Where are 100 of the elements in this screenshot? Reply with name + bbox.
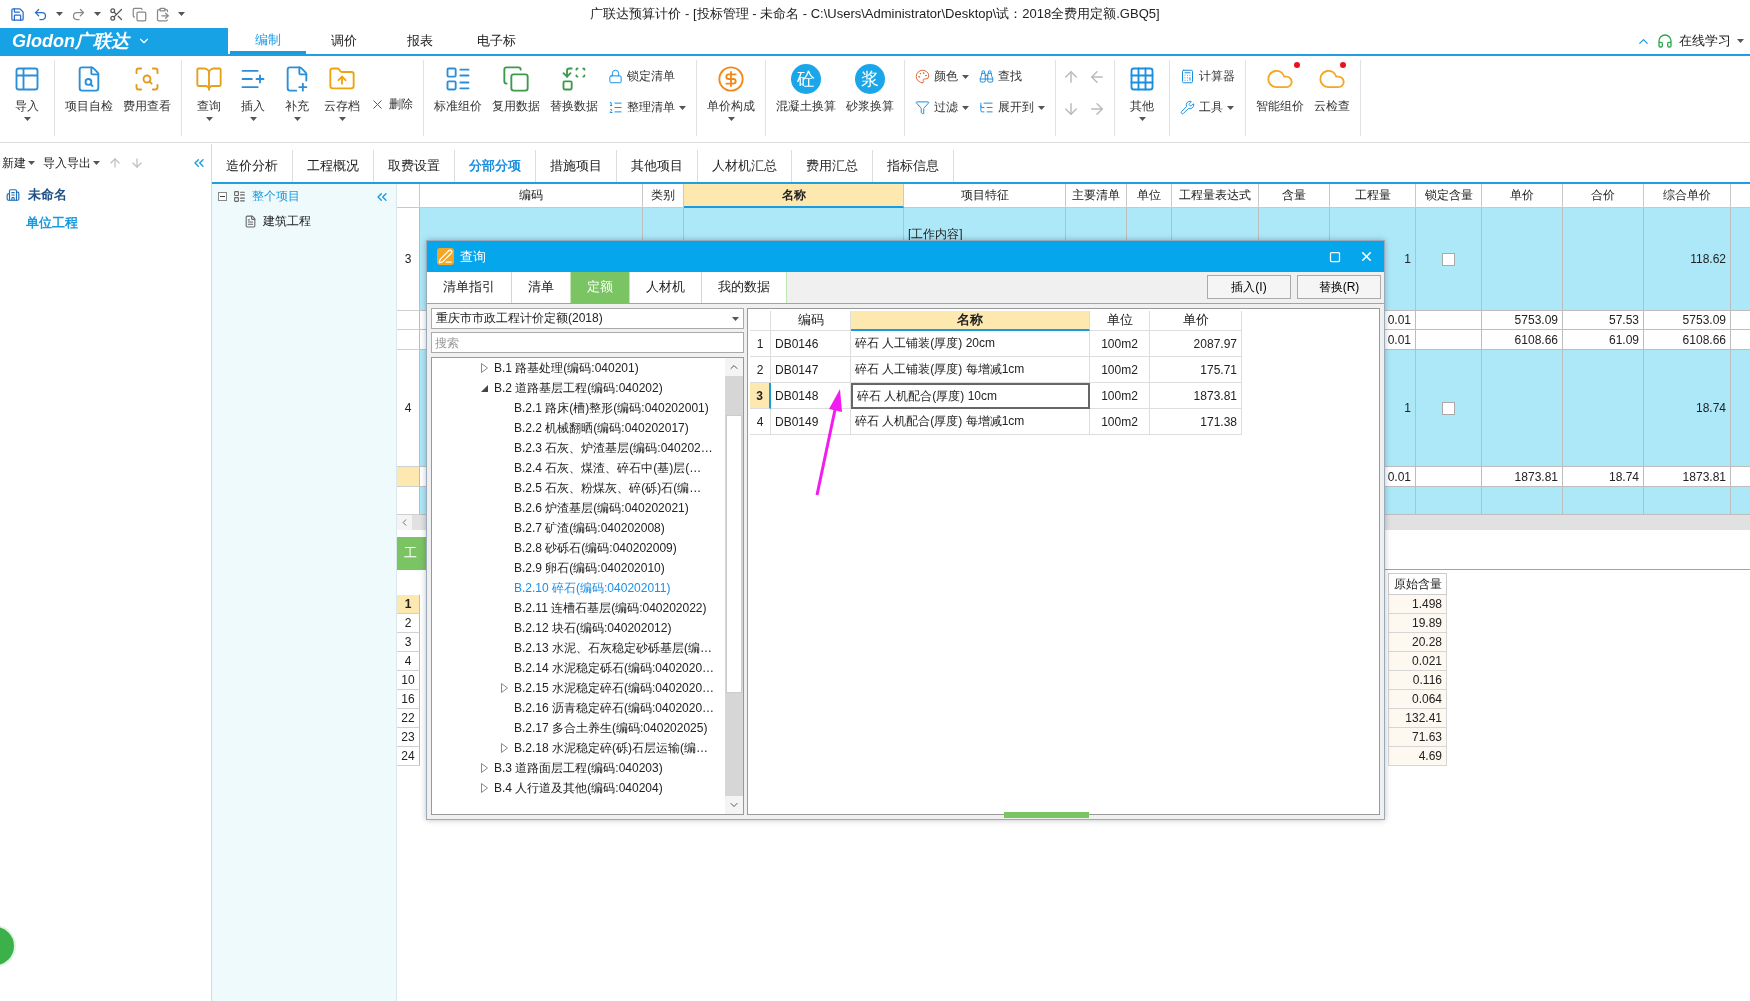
column-header[interactable]: 编码	[420, 184, 643, 208]
ribbon-button[interactable]: 计算器	[1176, 66, 1239, 87]
tree-item[interactable]: B.1 路基处理(编码:040201)	[494, 359, 639, 377]
library-select[interactable]: 重庆市市政工程计价定额(2018)	[431, 308, 744, 329]
ribbon-button[interactable]: 查找	[975, 66, 1049, 87]
tree-item[interactable]: B.2.15 水泥稳定碎石(编码:0402020…	[514, 679, 715, 697]
column-header[interactable]: 名称	[684, 184, 904, 208]
search-field[interactable]: 搜索	[431, 332, 744, 353]
tree-item[interactable]: B.2.17 多合土养生(编码:040202025)	[514, 719, 708, 737]
ribbon-button[interactable]: 项目自检	[61, 60, 117, 117]
dialog-tab[interactable]: 清单指引	[427, 272, 512, 303]
column-header[interactable]: 锁定含量	[1416, 184, 1482, 208]
menu-tab[interactable]: 报表	[382, 28, 458, 54]
row-number[interactable]: 1	[750, 331, 771, 357]
ribbon-button[interactable]: 云存档	[320, 60, 364, 123]
tree-item[interactable]: B.3 道路面层工程(编码:040203)	[494, 759, 663, 777]
column-header[interactable]: 项目特征	[904, 184, 1066, 208]
column-header[interactable]: 单位	[1127, 184, 1172, 208]
column-header[interactable]: 编码	[771, 311, 851, 331]
ribbon-button[interactable]: 补充	[276, 60, 318, 123]
ribbon-button[interactable]: 整理清单	[604, 97, 690, 118]
dialog-tab[interactable]: 清单	[512, 272, 571, 303]
column-header[interactable]: 主要清单	[1066, 184, 1127, 208]
column-header[interactable]: 单价	[1150, 311, 1242, 331]
tree-item[interactable]: B.2.3 石灰、炉渣基层(编码:040202…	[514, 439, 713, 457]
tree-item[interactable]: 建筑工程	[263, 213, 311, 230]
row-number[interactable]: 3	[397, 633, 420, 652]
tree-item[interactable]: B.2.11 连槽石基层(编码:040202022)	[514, 599, 707, 617]
ribbon-button[interactable]: 复用数据	[488, 60, 544, 117]
ribbon-button[interactable]: 浆 砂浆换算	[842, 60, 898, 117]
row-number[interactable]: 22	[397, 709, 420, 728]
column-header[interactable]: 综合单价	[1644, 184, 1731, 208]
ribbon-button[interactable]: 替换数据	[546, 60, 602, 117]
menu-tab[interactable]: 调价	[306, 28, 382, 54]
dialog-tab[interactable]: 人材机	[630, 272, 702, 303]
row-number[interactable]: 4	[750, 409, 771, 435]
dialog-tab[interactable]: 我的数据	[702, 272, 787, 303]
tree-item[interactable]: 未命名	[28, 186, 67, 204]
ribbon-button[interactable]: 砼 混凝土换算	[772, 60, 840, 117]
column-header[interactable]: 原始含量	[1388, 573, 1447, 595]
column-header[interactable]: 含量	[1259, 184, 1330, 208]
dialog-button[interactable]: 插入(I)	[1207, 275, 1291, 299]
view-tab[interactable]: 措施项目	[536, 150, 617, 182]
ribbon-button[interactable]: 展开到	[975, 97, 1049, 118]
view-tab[interactable]: 工程概况	[293, 150, 374, 182]
ribbon-button[interactable]: 删除	[366, 94, 417, 115]
row-number[interactable]: 24	[397, 747, 420, 766]
toolbar-button[interactable]: 导入导出	[43, 154, 100, 172]
tree-item[interactable]: B.2.16 沥青稳定碎石(编码:0402020…	[514, 699, 715, 717]
row-number[interactable]: 2	[750, 357, 771, 383]
ribbon-button[interactable]: 费用查看	[119, 60, 175, 117]
tree-item[interactable]: B.2.10 碎石(编码:040202011)	[514, 579, 671, 597]
help-link[interactable]: 在线学习	[1679, 32, 1731, 50]
row-number[interactable]: 23	[397, 728, 420, 747]
view-tab[interactable]: 费用汇总	[792, 150, 873, 182]
ribbon-button[interactable]: 单价构成	[703, 60, 759, 123]
column-header[interactable]: 类别	[643, 184, 684, 208]
toolbar-button[interactable]: 新建	[2, 154, 35, 172]
row-number[interactable]: 2	[397, 614, 420, 633]
tree-item[interactable]: B.2.2 机械翻晒(编码:040202017)	[514, 419, 689, 437]
dialog-button[interactable]: 替换(R)	[1297, 275, 1381, 299]
ribbon-button[interactable]: 插入	[232, 60, 274, 123]
tree-item[interactable]: B.2.8 砂砾石(编码:040202009)	[514, 539, 677, 557]
ribbon-button[interactable]: 导入	[6, 60, 48, 123]
row-number[interactable]: 3	[750, 383, 771, 409]
tree-item[interactable]: B.2 道路基层工程(编码:040202)	[494, 379, 663, 397]
tree-item[interactable]: B.2.18 水泥稳定碎(砾)石层运输(编…	[514, 739, 708, 757]
row-number[interactable]: 4	[397, 350, 420, 467]
tree-item[interactable]: B.4 人行道及其他(编码:040204)	[494, 779, 663, 797]
view-tab[interactable]: 其他项目	[617, 150, 698, 182]
tree-item[interactable]: B.2.12 块石(编码:040202012)	[514, 619, 672, 637]
ribbon-button[interactable]: 颜色	[911, 66, 973, 87]
row-number[interactable]: 10	[397, 671, 420, 690]
tree-item[interactable]: B.2.1 路床(槽)整形(编码:040202001)	[514, 399, 709, 417]
tree-item[interactable]: B.2.7 矿渣(编码:040202008)	[514, 519, 665, 537]
view-tab[interactable]: 人材机汇总	[698, 150, 792, 182]
view-tab[interactable]: 分部分项	[455, 150, 536, 182]
view-tab[interactable]: 取费设置	[374, 150, 455, 182]
column-header[interactable]: 单价	[1482, 184, 1563, 208]
ribbon-button[interactable]: 工具	[1176, 97, 1239, 118]
ribbon-button[interactable]: 云检查	[1310, 60, 1354, 117]
ribbon-button[interactable]: 锁定清单	[604, 66, 690, 87]
row-number[interactable]: 4	[397, 652, 420, 671]
column-header[interactable]: 名称	[851, 311, 1090, 331]
tree-item[interactable]: B.2.5 石灰、粉煤灰、碎(砾)石(编…	[514, 479, 702, 497]
column-header[interactable]: 单位	[1090, 311, 1150, 331]
row-number[interactable]: 3	[397, 208, 420, 311]
tree-item[interactable]: B.2.9 卵石(编码:040202010)	[514, 559, 665, 577]
tree-item[interactable]: B.2.4 石灰、煤渣、碎石中(基)层(…	[514, 459, 702, 477]
view-tab[interactable]: 指标信息	[873, 150, 954, 182]
column-header[interactable]: 工程量表达式	[1172, 184, 1259, 208]
column-header[interactable]: 合价	[1563, 184, 1644, 208]
ribbon-button[interactable]: 智能组价	[1252, 60, 1308, 117]
view-tab[interactable]: 造价分析	[212, 150, 293, 182]
row-number[interactable]: 16	[397, 690, 420, 709]
row-number[interactable]: 1	[397, 595, 420, 614]
tree-item[interactable]: B.2.13 水泥、石灰稳定砂砾基层(编…	[514, 639, 713, 657]
tree-item[interactable]: B.2.6 炉渣基层(编码:040202021)	[514, 499, 689, 517]
column-header[interactable]: 工程量	[1330, 184, 1416, 208]
ribbon-button[interactable]: 其他	[1121, 60, 1163, 123]
